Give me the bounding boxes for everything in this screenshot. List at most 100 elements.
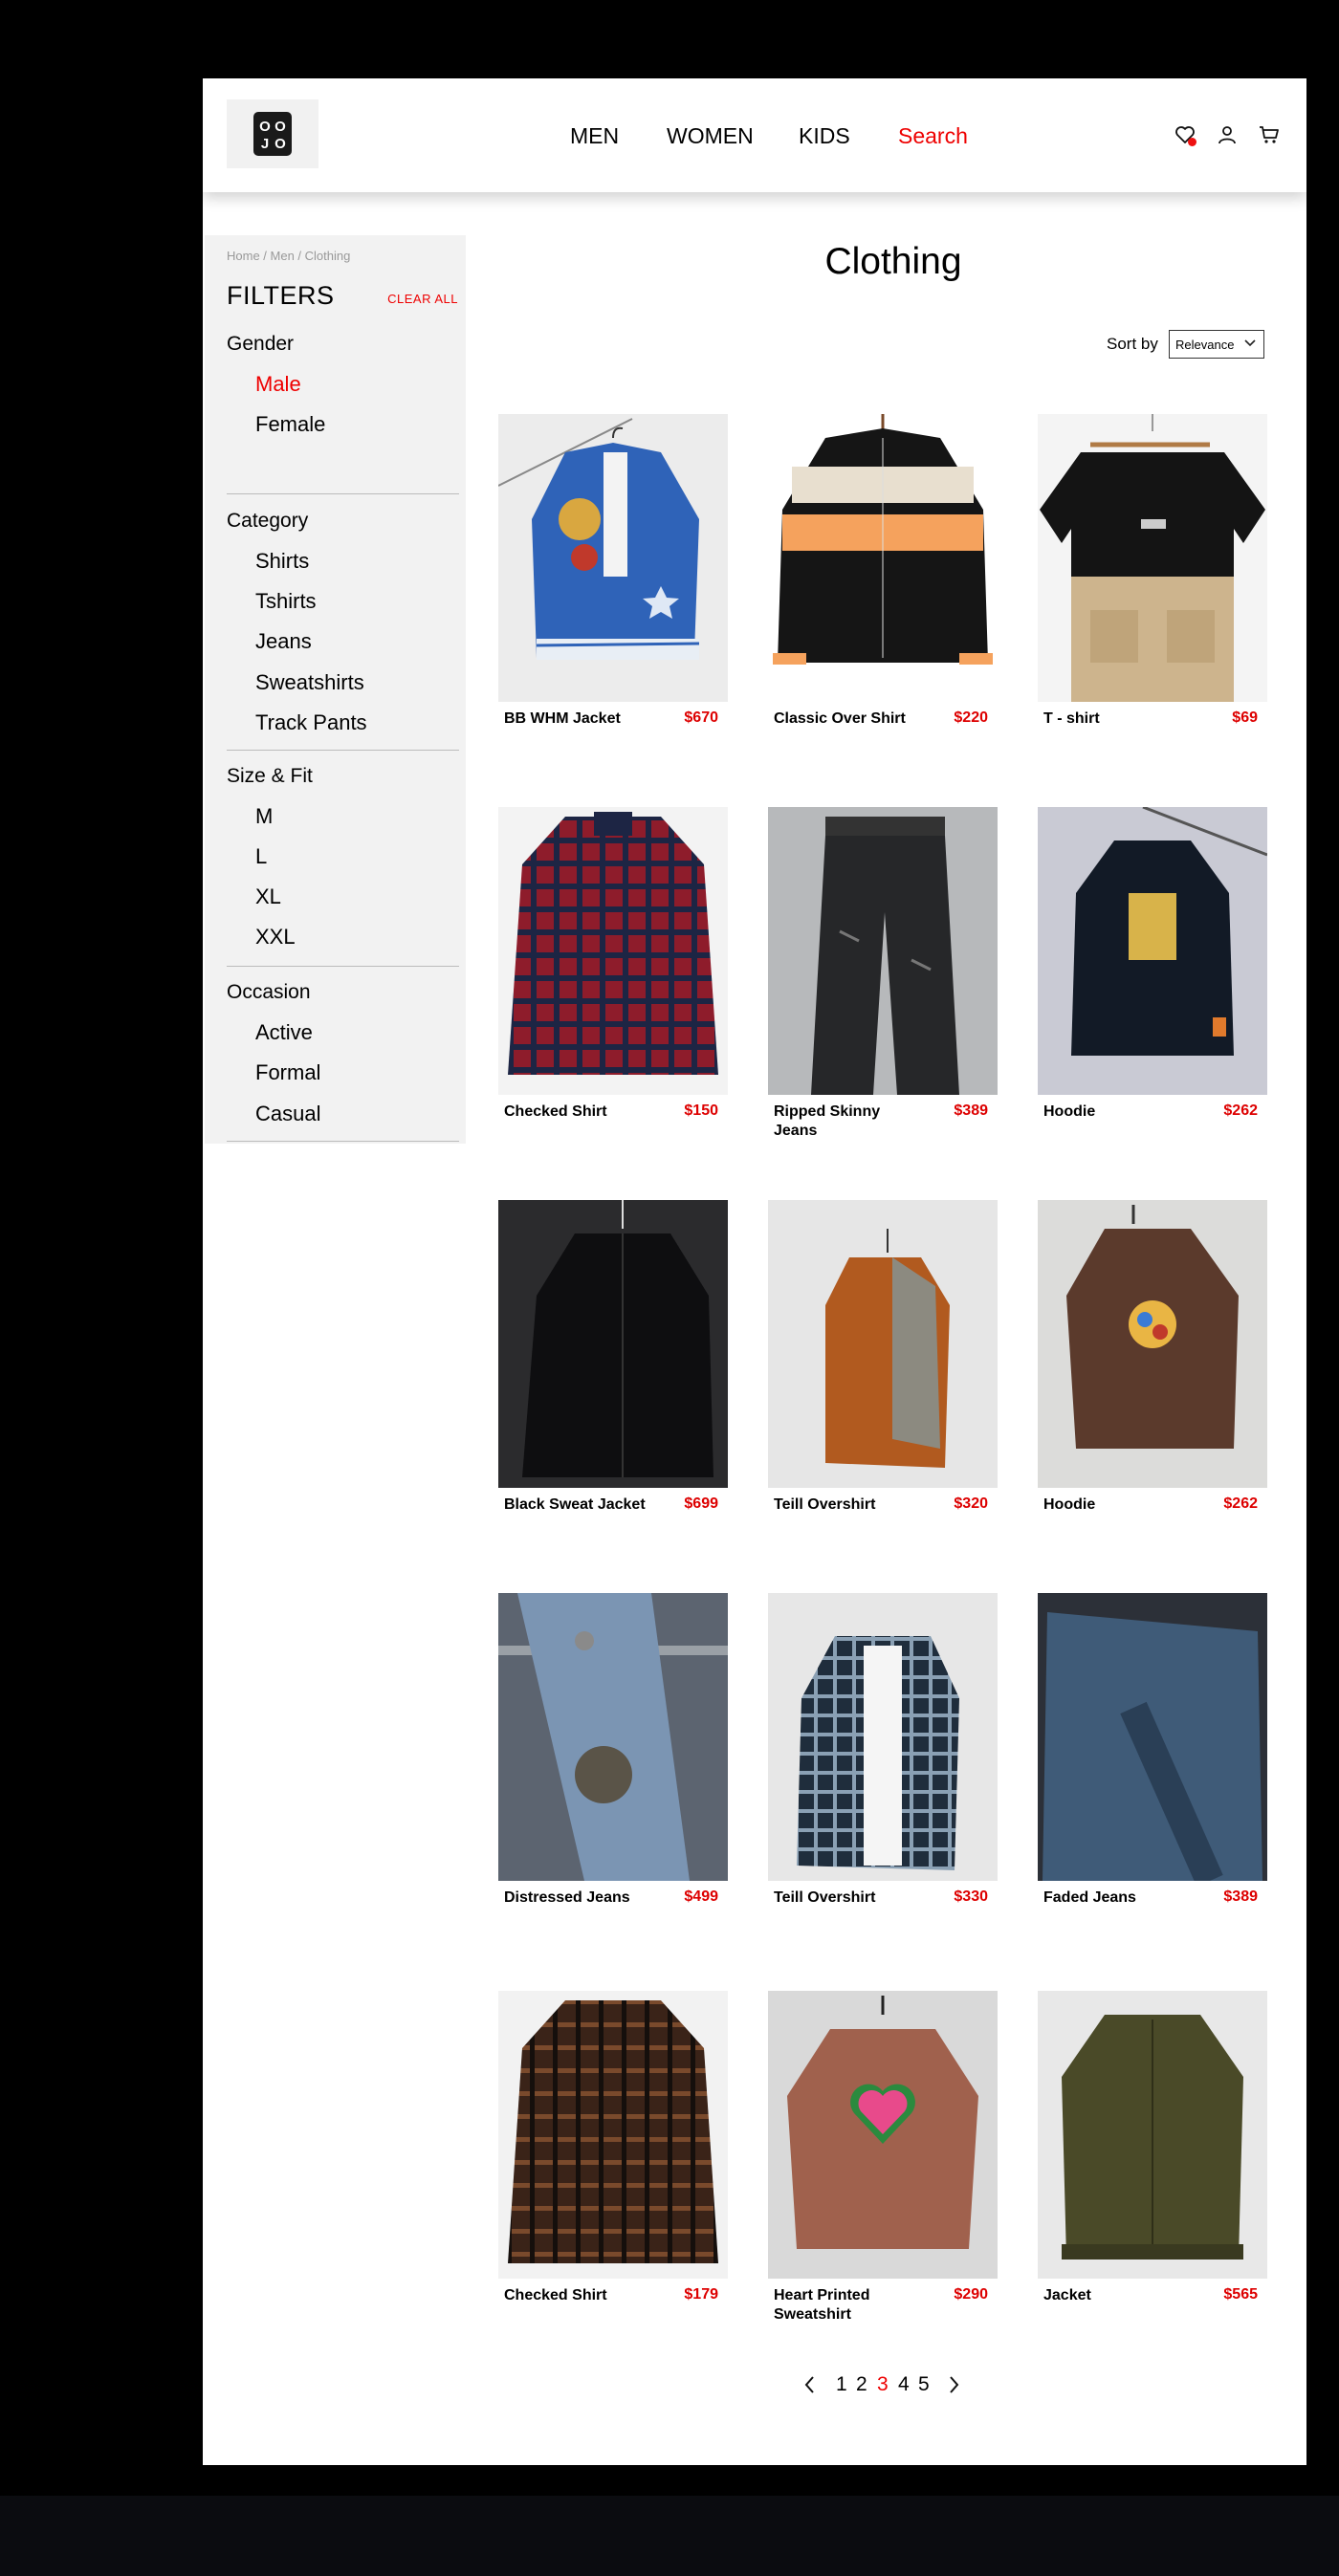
filters-title: FILTERS <box>227 281 335 310</box>
heart-icon[interactable] <box>1173 122 1197 147</box>
filter-option-xxl[interactable]: XXL <box>255 925 296 950</box>
product-image[interactable] <box>1038 414 1267 702</box>
product-name[interactable]: T - shirt <box>1043 709 1187 729</box>
clear-all-button[interactable]: CLEAR ALL <box>387 292 458 306</box>
product-price: $262 <box>1223 1102 1258 1119</box>
page: O O J O MEN WOMEN KIDS Search Home / Men… <box>203 78 1306 2465</box>
product-image[interactable] <box>768 414 998 702</box>
cart-icon[interactable] <box>1257 122 1282 147</box>
filter-option-track-pants[interactable]: Track Pants <box>255 710 367 735</box>
product-name[interactable]: Ripped Skinny Jeans <box>774 1102 917 1141</box>
product-name[interactable]: Distressed Jeans <box>504 1888 648 1908</box>
product-name[interactable]: Checked Shirt <box>504 1102 648 1122</box>
prev-page-icon[interactable] <box>803 2375 815 2400</box>
filter-option-m[interactable]: M <box>255 804 273 829</box>
filter-divider <box>227 966 459 967</box>
product-image[interactable] <box>498 414 728 702</box>
product-image[interactable] <box>498 1991 728 2279</box>
product-name[interactable]: Checked Shirt <box>504 2286 648 2305</box>
product-card[interactable]: T - shirt $69 <box>1038 414 1267 727</box>
filters-sidebar: Home / Men / Clothing FILTERS CLEAR ALL … <box>205 235 466 1144</box>
product-price: $69 <box>1232 709 1258 726</box>
product-image[interactable] <box>768 1200 998 1488</box>
filter-option-sweatshirts[interactable]: Sweatshirts <box>255 670 364 695</box>
product-card[interactable]: Checked Shirt $150 <box>498 807 728 1120</box>
sort-select[interactable]: Relevance <box>1169 330 1264 359</box>
product-card[interactable]: Ripped Skinny Jeans $389 <box>768 807 998 1139</box>
product-price: $389 <box>954 1102 988 1119</box>
product-name[interactable]: Hoodie <box>1043 1102 1187 1122</box>
filter-option-male[interactable]: Male <box>255 372 301 397</box>
filter-divider <box>227 1141 459 1142</box>
product-price: $499 <box>684 1888 718 1905</box>
filter-option-formal[interactable]: Formal <box>255 1060 320 1085</box>
product-name[interactable]: Teill Overshirt <box>774 1888 917 1908</box>
product-image[interactable] <box>1038 1200 1267 1488</box>
product-name[interactable]: Jacket <box>1043 2286 1187 2305</box>
product-image[interactable] <box>498 1200 728 1488</box>
wishlist-badge <box>1188 138 1196 146</box>
product-price: $179 <box>684 2286 718 2303</box>
chevron-down-icon <box>1244 339 1256 347</box>
product-image[interactable] <box>1038 807 1267 1095</box>
product-name[interactable]: Hoodie <box>1043 1495 1187 1515</box>
filter-option-tshirts[interactable]: Tshirts <box>255 589 317 614</box>
product-image[interactable] <box>1038 1991 1267 2279</box>
product-image[interactable] <box>768 1593 998 1881</box>
page-title: Clothing <box>824 241 962 282</box>
product-card[interactable]: Teill Overshirt $330 <box>768 1593 998 1906</box>
product-card[interactable]: Distressed Jeans $499 <box>498 1593 728 1906</box>
product-price: $290 <box>954 2286 988 2303</box>
filter-divider <box>227 750 459 751</box>
site-header: O O J O MEN WOMEN KIDS Search <box>203 78 1306 192</box>
product-image[interactable] <box>1038 1593 1267 1881</box>
product-name[interactable]: Classic Over Shirt <box>774 709 917 729</box>
nav-kids[interactable]: KIDS <box>799 121 850 150</box>
filter-option-casual[interactable]: Casual <box>255 1102 320 1126</box>
product-name[interactable]: BB WHM Jacket <box>504 709 648 729</box>
product-card[interactable]: Heart Printed Sweatshirt $290 <box>768 1991 998 2323</box>
filter-option-active[interactable]: Active <box>255 1020 313 1045</box>
product-card[interactable]: Black Sweat Jacket $699 <box>498 1200 728 1513</box>
product-card[interactable]: Checked Shirt $179 <box>498 1991 728 2303</box>
product-card[interactable]: Hoodie $262 <box>1038 1200 1267 1513</box>
filter-option-female[interactable]: Female <box>255 412 325 437</box>
sort-label: Sort by <box>1107 335 1158 353</box>
product-card[interactable]: Faded Jeans $389 <box>1038 1593 1267 1906</box>
nav-women[interactable]: WOMEN <box>667 121 754 150</box>
user-icon[interactable] <box>1215 122 1240 147</box>
product-name[interactable]: Black Sweat Jacket <box>504 1495 648 1515</box>
product-name[interactable]: Teill Overshirt <box>774 1495 917 1515</box>
product-card[interactable]: Jacket $565 <box>1038 1991 1267 2303</box>
page-1[interactable]: 1 <box>836 2373 847 2396</box>
next-page-icon[interactable] <box>949 2375 960 2400</box>
product-price: $262 <box>1223 1495 1258 1512</box>
page-5[interactable]: 5 <box>918 2373 930 2396</box>
nav-men[interactable]: MEN <box>570 121 619 150</box>
breadcrumb[interactable]: Home / Men / Clothing <box>227 249 350 263</box>
product-card[interactable]: Classic Over Shirt $220 <box>768 414 998 727</box>
product-price: $389 <box>1223 1888 1258 1905</box>
product-image[interactable] <box>768 807 998 1095</box>
filter-option-shirts[interactable]: Shirts <box>255 549 309 574</box>
header-icons <box>1173 122 1282 147</box>
product-image[interactable] <box>768 1991 998 2279</box>
nav-search[interactable]: Search <box>898 121 968 150</box>
filter-group-gender: Gender <box>227 333 295 355</box>
filter-option-jeans[interactable]: Jeans <box>255 629 312 654</box>
product-card[interactable]: Hoodie $262 <box>1038 807 1267 1120</box>
filter-group-occasion: Occasion <box>227 981 311 1003</box>
bottom-band <box>0 2496 1339 2576</box>
product-image[interactable] <box>498 1593 728 1881</box>
product-image[interactable] <box>498 807 728 1095</box>
filter-option-l[interactable]: L <box>255 844 267 869</box>
product-name[interactable]: Faded Jeans <box>1043 1888 1187 1908</box>
page-4[interactable]: 4 <box>898 2373 910 2396</box>
product-card[interactable]: Teill Overshirt $320 <box>768 1200 998 1513</box>
main-nav: MEN WOMEN KIDS Search <box>203 121 1306 150</box>
product-card[interactable]: BB WHM Jacket $670 <box>498 414 728 727</box>
page-3-current[interactable]: 3 <box>877 2373 889 2396</box>
filter-option-xl[interactable]: XL <box>255 884 281 909</box>
product-name[interactable]: Heart Printed Sweatshirt <box>774 2286 917 2325</box>
page-2[interactable]: 2 <box>856 2373 867 2396</box>
